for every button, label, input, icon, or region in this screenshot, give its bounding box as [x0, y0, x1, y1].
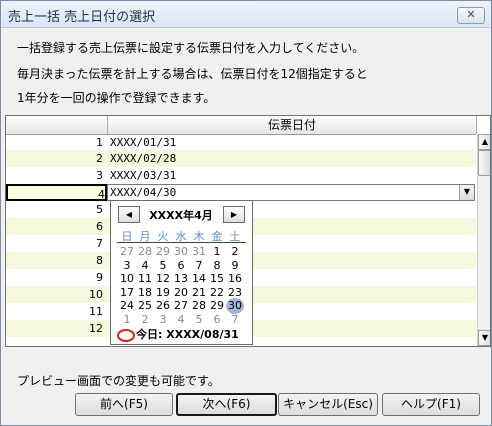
date-cell-value[interactable]: XXXX/01/31: [110, 134, 176, 151]
calendar-month-title: XXXX年4月: [149, 209, 213, 222]
row-number: 7: [96, 237, 103, 250]
row-number: 12: [89, 322, 103, 335]
row-number: 10: [89, 288, 103, 301]
grid-header: 伝票日付: [6, 116, 477, 135]
date-cell-value[interactable]: XXXX/03/31: [110, 167, 176, 184]
footer-note: プレビュー画面での変更も可能です。: [17, 374, 220, 388]
date-cell-value[interactable]: XXXX/02/28: [110, 150, 176, 167]
dropdown-arrow-icon[interactable]: ▼: [459, 185, 474, 200]
instruction-line-1: 一括登録する売上伝票に設定する伝票日付を入力してください。: [17, 41, 365, 55]
row-number: 11: [89, 305, 103, 318]
scroll-up-arrow-icon[interactable]: ▲: [478, 134, 490, 150]
row-number: 6: [96, 220, 103, 233]
row-number: 2: [96, 152, 103, 165]
row-number: 5: [96, 203, 103, 216]
today-marker-icon: [117, 328, 135, 342]
prev-month-icon[interactable]: ◀: [118, 206, 140, 223]
table-row[interactable]: 4 XXXX/04/30 ▼: [6, 184, 476, 201]
date-combo-input[interactable]: XXXX/04/30 ▼: [107, 184, 475, 201]
close-button[interactable]: ✕: [457, 7, 485, 24]
calendar-dropdown: ◀ XXXX年4月 ▶ 日月火水木金土 27 28 29 30 31 1 2 3 4 5 6 7 8 9 1…: [110, 200, 253, 345]
row-number: 4: [6, 184, 107, 201]
help-button[interactable]: ヘルプ(F1): [382, 393, 480, 416]
calendar-header: ◀ XXXX年4月 ▶: [111, 201, 252, 225]
prev-button[interactable]: 前へ(F5): [75, 393, 173, 416]
title-bar: 売上一括 売上日付の選択 ✕: [1, 1, 491, 28]
instruction-line-2: 毎月決まった伝票を計上する場合は、伝票日付を12個指定すると: [17, 67, 368, 81]
row-number: 8: [96, 254, 103, 267]
window-title: 売上一括 売上日付の選択: [8, 10, 156, 25]
row-number: 1: [96, 136, 103, 149]
instruction-line-3: 1年分を一回の操作で登録できます。: [17, 91, 216, 105]
next-button[interactable]: 次へ(F6): [176, 393, 277, 416]
cancel-button[interactable]: キャンセル(Esc): [278, 393, 378, 416]
today-button[interactable]: 今日: XXXX/08/31: [117, 326, 239, 342]
scroll-down-arrow-icon[interactable]: ▼: [478, 330, 490, 346]
dialog-window: 売上一括 売上日付の選択 ✕ 一括登録する売上伝票に設定する伝票日付を入力してく…: [0, 0, 492, 426]
today-label: 今日: XXXX/08/31: [136, 328, 239, 341]
table-row[interactable]: 1 XXXX/01/31: [6, 134, 476, 151]
table-row[interactable]: 3 XXXX/03/31: [6, 167, 476, 184]
row-number: 9: [96, 271, 103, 284]
calendar-divider: [117, 242, 246, 243]
column-header-slip-date[interactable]: 伝票日付: [107, 116, 477, 134]
row-number: 3: [96, 169, 103, 182]
vertical-scrollbar[interactable]: ▲ ▼: [477, 134, 490, 346]
next-month-icon[interactable]: ▶: [223, 206, 245, 223]
table-row[interactable]: 2 XXXX/02/28: [6, 150, 476, 167]
scrollbar-thumb[interactable]: [478, 150, 490, 176]
date-cell-value: XXXX/04/30: [110, 186, 177, 199]
